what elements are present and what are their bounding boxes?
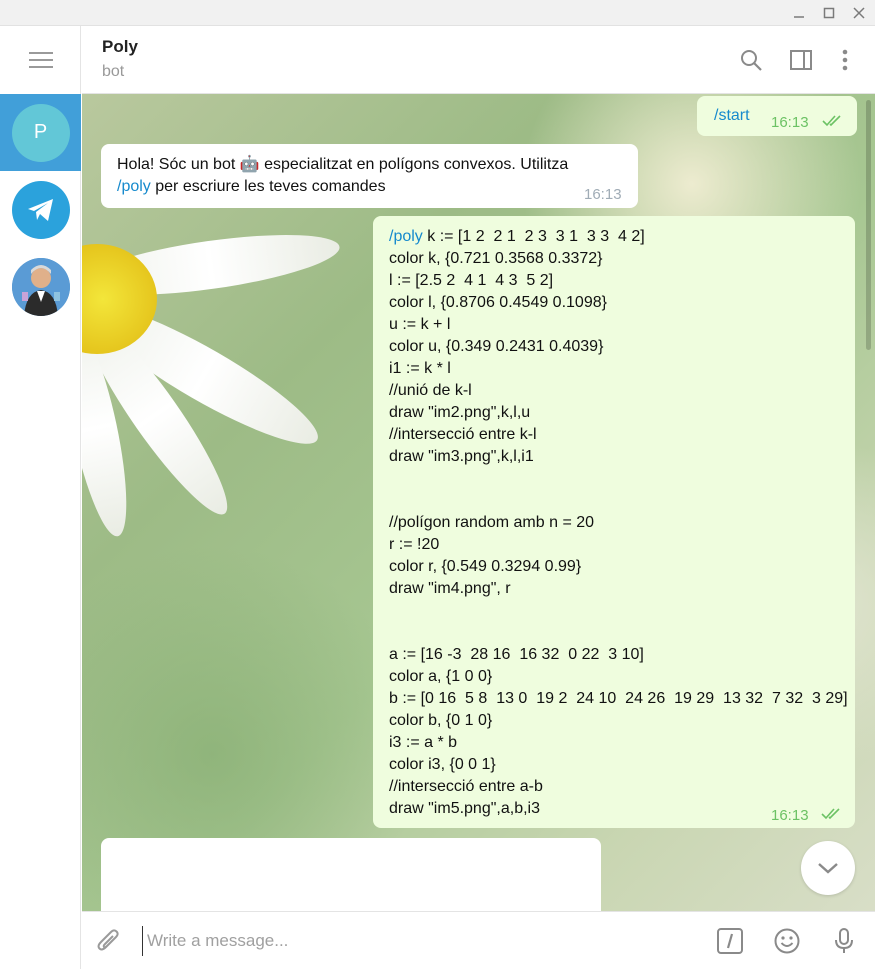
outgoing-message[interactable]: /start 16:13: [697, 96, 857, 136]
chat-item-contact[interactable]: [0, 248, 81, 325]
message-input[interactable]: [142, 926, 702, 956]
code-line: draw "im4.png", r: [389, 580, 511, 597]
message-composer: [82, 911, 875, 969]
avatar: [11, 257, 70, 316]
start-command-link[interactable]: /start: [714, 105, 750, 127]
code-line: color b, {0 1 0}: [389, 712, 493, 729]
code-line: color u, {0.349 0.2431 0.4039}: [389, 338, 604, 355]
message-text: Hola! Sóc un bot 🤖 especialitzat en polí…: [117, 156, 569, 173]
close-icon[interactable]: [848, 3, 870, 23]
code-line: //polígon random amb n = 20: [389, 514, 595, 531]
code-line: i1 := k * l: [389, 360, 451, 377]
poly-command-link[interactable]: /poly: [117, 178, 151, 195]
code-line: draw "im3.png",k,l,i1: [389, 448, 534, 465]
message-time: 16:13: [584, 186, 622, 203]
code-line: i3 := a * b: [389, 734, 458, 751]
attach-icon[interactable]: [94, 926, 124, 956]
chat-title[interactable]: Poly: [102, 37, 138, 57]
read-checkmarks-icon: [821, 808, 840, 820]
message-text: per escriure les teves comandes: [150, 178, 386, 195]
code-line: color l, {0.8706 0.4549 0.1098}: [389, 294, 607, 311]
message-text-line: /poly per escriure les teves comandes: [117, 176, 386, 198]
chat-item-telegram[interactable]: [0, 171, 81, 248]
code-line: //intersecció entre k-l: [389, 426, 537, 443]
microphone-icon[interactable]: [828, 925, 860, 957]
code-line: a := [16 -3 28 16 16 32 0 22 3 10]: [389, 646, 644, 663]
message-time: 16:13: [771, 807, 809, 824]
avatar: P: [11, 103, 70, 162]
message-time: 16:13: [771, 114, 809, 131]
hamburger-menu-button[interactable]: [0, 26, 81, 94]
read-checkmarks-icon: [822, 115, 841, 127]
code-line: u := k + l: [389, 316, 451, 333]
code-line: l := [2.5 2 4 1 4 3 5 2]: [389, 272, 554, 289]
menu-icon: [28, 52, 53, 68]
message-text: k := [1 2 2 1 2 3 3 1 3 3 4 2]: [422, 228, 645, 245]
code-line: color i3, {0 0 1}: [389, 756, 496, 773]
avatar-initial: P: [33, 121, 48, 143]
code-line: //intersecció entre a-b: [389, 778, 543, 795]
window-titlebar: [0, 0, 875, 26]
message-text-line: /poly k := [1 2 2 1 2 3 3 1 3 3 4 2]: [389, 226, 645, 248]
more-options-icon[interactable]: [831, 46, 859, 74]
incoming-image-message[interactable]: [101, 838, 601, 911]
outgoing-message[interactable]: /poly k := [1 2 2 1 2 3 3 1 3 3 4 2] col…: [373, 216, 855, 828]
maximize-icon[interactable]: [818, 3, 840, 23]
sidebar-toggle-icon[interactable]: [787, 46, 815, 74]
code-line: draw "im2.png",k,l,u: [389, 404, 531, 421]
poly-command-link[interactable]: /poly: [389, 228, 423, 245]
chat-scrollbar[interactable]: [866, 100, 871, 350]
chat-header: Poly bot: [82, 26, 875, 94]
incoming-message[interactable]: Hola! Sóc un bot 🤖 especialitzat en polí…: [101, 144, 638, 208]
minimize-icon[interactable]: [788, 3, 810, 23]
code-line: color r, {0.549 0.3294 0.99}: [389, 558, 582, 575]
chat-status: bot: [102, 63, 125, 80]
code-line: b := [0 16 5 8 13 0 19 2 24 10 24 26 19 …: [389, 690, 848, 707]
search-icon[interactable]: [737, 46, 765, 74]
message-code-lines: color k, {0.721 0.3568 0.3372} l := [2.5 …: [389, 248, 848, 820]
chat-messages-area[interactable]: /start 16:13 Hola! Sóc un bot 🤖 especial…: [82, 94, 875, 911]
chat-item-poly[interactable]: P: [0, 94, 81, 171]
code-line: r := !20: [389, 536, 440, 553]
bot-commands-icon[interactable]: [714, 925, 746, 957]
telegram-icon: [11, 180, 70, 239]
chevron-down-icon: [818, 863, 838, 874]
code-line: color a, {1 0 0}: [389, 668, 493, 685]
scroll-to-bottom-button[interactable]: [801, 841, 855, 895]
chat-list-sidebar: P: [0, 26, 81, 969]
code-line: //unió de k-l: [389, 382, 472, 399]
code-line: color k, {0.721 0.3568 0.3372}: [389, 250, 603, 267]
emoji-icon[interactable]: [771, 925, 803, 957]
